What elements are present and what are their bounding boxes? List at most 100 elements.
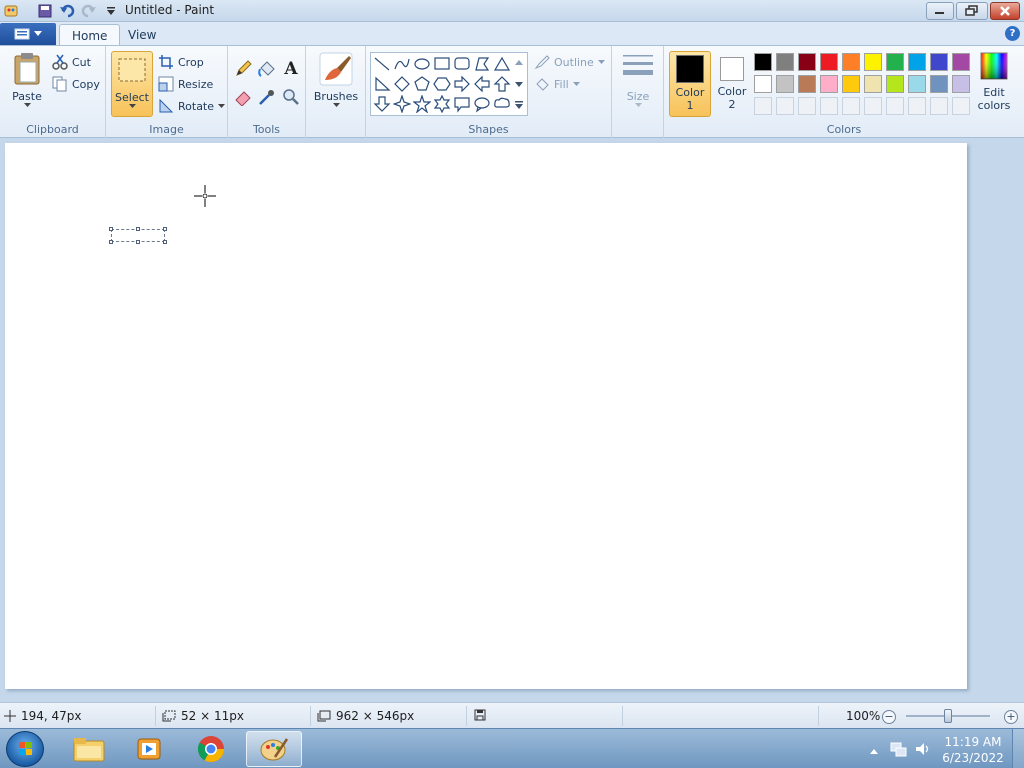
color-swatch[interactable] xyxy=(908,53,926,71)
zoom-slider-thumb[interactable] xyxy=(944,709,952,723)
crop-button[interactable]: Crop xyxy=(158,54,204,70)
color-swatch[interactable] xyxy=(864,75,882,93)
custom-color-slot[interactable] xyxy=(820,97,838,115)
color-swatch[interactable] xyxy=(754,75,772,93)
selection-handle[interactable] xyxy=(163,240,167,244)
left-arrow-shape-icon[interactable] xyxy=(472,74,492,94)
cut-button[interactable]: Cut xyxy=(52,54,91,70)
rounded-rectangle-shape-icon[interactable] xyxy=(452,54,472,74)
color-swatch[interactable] xyxy=(908,75,926,93)
tab-home[interactable]: Home xyxy=(59,24,121,46)
color-swatch[interactable] xyxy=(754,53,772,71)
down-arrow-shape-icon[interactable] xyxy=(372,94,392,114)
color2-button[interactable]: Color 2 xyxy=(714,51,750,117)
color-swatch[interactable] xyxy=(842,75,860,93)
custom-color-slot[interactable] xyxy=(886,97,904,115)
brushes-button[interactable]: Brushes xyxy=(312,52,360,108)
show-desktop-button[interactable] xyxy=(1012,729,1024,768)
edit-colors-button[interactable]: Edit colors xyxy=(974,52,1014,112)
color-swatch[interactable] xyxy=(886,53,904,71)
volume-icon[interactable] xyxy=(914,740,932,761)
network-icon[interactable] xyxy=(889,740,907,761)
color-swatch[interactable] xyxy=(820,53,838,71)
curve-shape-icon[interactable] xyxy=(392,54,412,74)
custom-color-slot[interactable] xyxy=(952,97,970,115)
tab-view[interactable]: View xyxy=(116,24,168,46)
customize-qat-icon[interactable] xyxy=(102,2,120,20)
show-hidden-icons-icon[interactable] xyxy=(869,745,879,758)
custom-color-slot[interactable] xyxy=(798,97,816,115)
shapes-scroll-down-icon[interactable] xyxy=(514,79,524,92)
select-button[interactable]: Select xyxy=(111,51,153,117)
line-shape-icon[interactable] xyxy=(372,54,392,74)
pencil-icon[interactable] xyxy=(232,58,254,80)
custom-color-slot[interactable] xyxy=(776,97,794,115)
custom-color-slot[interactable] xyxy=(864,97,882,115)
paste-button[interactable]: Paste xyxy=(8,52,46,108)
outline-button[interactable]: Outline xyxy=(534,54,605,70)
polygon-shape-icon[interactable] xyxy=(472,54,492,74)
cloud-callout-shape-icon[interactable] xyxy=(492,94,512,114)
taskbar-paint[interactable] xyxy=(246,731,302,767)
custom-color-slot[interactable] xyxy=(754,97,772,115)
six-point-star-shape-icon[interactable] xyxy=(432,94,452,114)
custom-color-slot[interactable] xyxy=(930,97,948,115)
selection-handle[interactable] xyxy=(109,227,113,231)
rotate-button[interactable]: Rotate xyxy=(158,98,226,114)
shapes-expand-icon[interactable] xyxy=(514,100,524,113)
fill-bucket-icon[interactable] xyxy=(256,58,278,80)
eraser-icon[interactable] xyxy=(232,86,254,108)
color-picker-icon[interactable] xyxy=(256,86,278,108)
color-swatch[interactable] xyxy=(930,53,948,71)
color-swatch[interactable] xyxy=(952,53,970,71)
color-swatch[interactable] xyxy=(886,75,904,93)
selection-handle[interactable] xyxy=(163,227,167,231)
minimize-button[interactable] xyxy=(926,2,954,20)
rectangle-shape-icon[interactable] xyxy=(432,54,452,74)
color-swatch[interactable] xyxy=(776,75,794,93)
maximize-button[interactable] xyxy=(956,2,988,20)
help-icon[interactable]: ? xyxy=(1005,26,1020,41)
selection-rectangle[interactable] xyxy=(109,227,167,244)
selection-handle[interactable] xyxy=(136,227,140,231)
triangle-shape-icon[interactable] xyxy=(492,54,512,74)
zoom-out-button[interactable]: − xyxy=(882,710,896,724)
copy-button[interactable]: Copy xyxy=(52,76,100,92)
five-point-star-shape-icon[interactable] xyxy=(412,94,432,114)
taskbar-chrome[interactable] xyxy=(183,731,239,767)
magnifier-icon[interactable] xyxy=(280,86,302,108)
shapes-scroll-up-icon[interactable] xyxy=(514,56,524,69)
paint-menu-button[interactable] xyxy=(0,23,56,45)
four-point-star-shape-icon[interactable] xyxy=(392,94,412,114)
color-swatch[interactable] xyxy=(842,53,860,71)
oval-callout-shape-icon[interactable] xyxy=(472,94,492,114)
up-arrow-shape-icon[interactable] xyxy=(492,74,512,94)
start-button[interactable] xyxy=(6,731,44,767)
pentagon-shape-icon[interactable] xyxy=(412,74,432,94)
size-button[interactable]: Size xyxy=(618,52,658,108)
color-swatch[interactable] xyxy=(930,75,948,93)
redo-icon[interactable] xyxy=(80,2,98,20)
zoom-in-button[interactable]: + xyxy=(1004,710,1018,724)
taskbar-media-player[interactable] xyxy=(121,731,177,767)
resize-button[interactable]: Resize xyxy=(158,76,213,92)
drawing-canvas[interactable] xyxy=(5,143,967,689)
close-button[interactable] xyxy=(990,2,1020,20)
save-icon[interactable] xyxy=(36,2,54,20)
custom-color-slot[interactable] xyxy=(842,97,860,115)
paint-app-icon[interactable] xyxy=(2,2,20,20)
oval-shape-icon[interactable] xyxy=(412,54,432,74)
right-arrow-shape-icon[interactable] xyxy=(452,74,472,94)
rounded-callout-shape-icon[interactable] xyxy=(452,94,472,114)
color-swatch[interactable] xyxy=(952,75,970,93)
selection-handle[interactable] xyxy=(109,240,113,244)
text-icon[interactable]: A xyxy=(280,58,302,80)
undo-icon[interactable] xyxy=(58,2,76,20)
hexagon-shape-icon[interactable] xyxy=(432,74,452,94)
diamond-shape-icon[interactable] xyxy=(392,74,412,94)
color-swatch[interactable] xyxy=(820,75,838,93)
fill-button[interactable]: Fill xyxy=(534,76,580,92)
selection-handle[interactable] xyxy=(136,240,140,244)
custom-color-slot[interactable] xyxy=(908,97,926,115)
color-swatch[interactable] xyxy=(798,53,816,71)
